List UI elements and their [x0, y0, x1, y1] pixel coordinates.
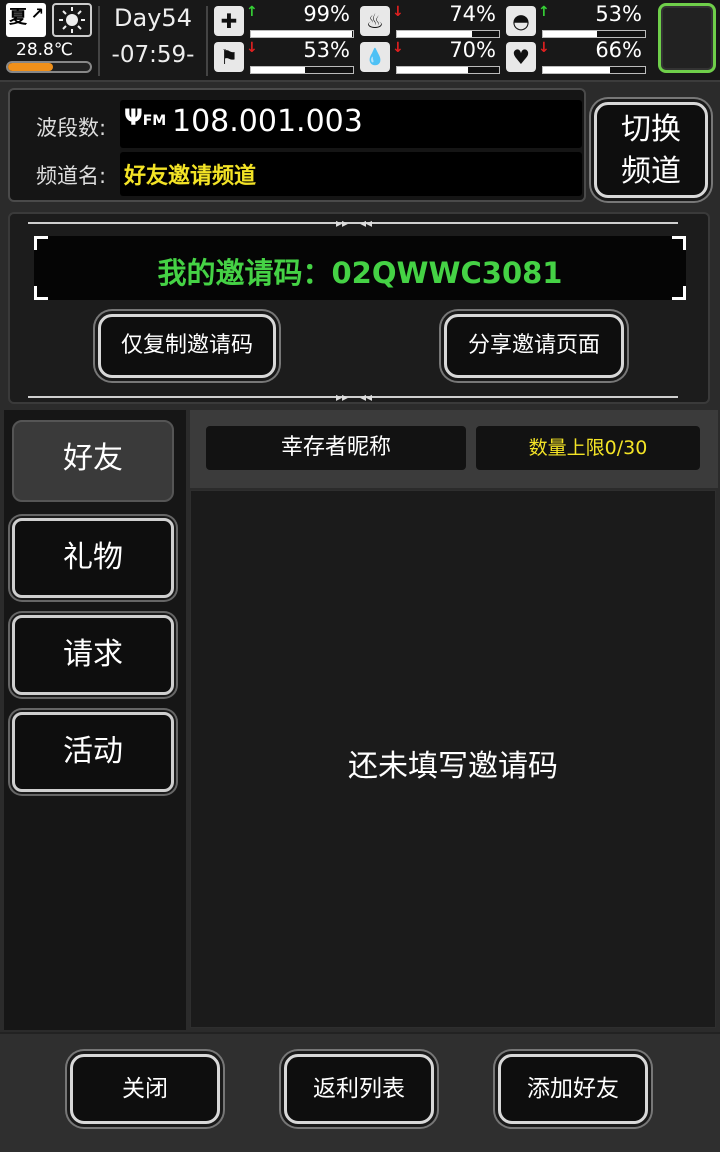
bracket-corner	[34, 236, 48, 250]
channel-name-field: 好友邀请频道	[120, 152, 582, 196]
trend-down-icon: ↓	[392, 40, 404, 56]
stat-value: 53%	[303, 38, 350, 62]
trend-down-icon: ↓	[246, 40, 258, 56]
decor-rail-bottom: ▸▸ ◂◂	[28, 390, 678, 404]
tab-requests[interactable]: 请求	[12, 615, 174, 695]
trend-up-icon: ↑	[246, 4, 258, 20]
water-drop-icon: 💧	[360, 42, 390, 72]
stat-bar-fill	[397, 67, 469, 73]
stat-bar-fill	[543, 31, 598, 37]
stat-bar-fill	[251, 31, 352, 37]
stat-medicine: ◓ ↑ 53%	[506, 2, 646, 40]
trend-down-icon: ↓	[538, 40, 550, 56]
stat-stamina: ⚑ ↓ 53%	[214, 38, 354, 76]
stat-bar	[396, 66, 500, 74]
rebate-list-button[interactable]: 返利列表	[284, 1054, 434, 1124]
friend-list-header: 幸存者昵称 数量上限0/30	[190, 410, 718, 488]
antenna-fm-icon: ΨFM	[124, 106, 167, 131]
season-text: 夏	[9, 7, 27, 28]
tab-events[interactable]: 活动	[12, 712, 174, 792]
season-arrow-icon: ↗	[30, 4, 44, 23]
arrow-right-icon: ▸▸	[336, 216, 349, 230]
stat-water: 💧 ↓ 70%	[360, 38, 500, 76]
divider	[206, 6, 208, 76]
stat-value: 99%	[303, 2, 350, 26]
stat-value: 74%	[449, 2, 496, 26]
arrow-left-icon: ◂◂	[360, 390, 373, 404]
arrow-left-icon: ◂◂	[360, 216, 373, 230]
clock-text: -07:59-	[111, 42, 195, 68]
temperature-text: 28.8℃	[16, 40, 73, 60]
stat-stomach: ♨ ↓ 74%	[360, 2, 500, 40]
trend-down-icon: ↓	[392, 4, 404, 20]
close-button[interactable]: 关闭	[70, 1054, 220, 1124]
temperature-bar	[6, 61, 92, 73]
invite-code-box: 我的邀请码：02QWWC3081	[34, 236, 686, 300]
stat-bar	[396, 30, 500, 38]
stomach-icon: ♨	[360, 6, 390, 36]
stat-bar	[250, 30, 354, 38]
switch-channel-label-1: 切换	[621, 112, 681, 147]
share-invite-page-button[interactable]: 分享邀请页面	[444, 314, 624, 378]
stat-mood: ♥ ↓ 66%	[506, 38, 646, 76]
stat-bar	[542, 66, 646, 74]
season-badge: 夏 ↗	[6, 3, 46, 37]
sun-icon	[52, 3, 92, 37]
stat-bar-fill	[397, 31, 473, 37]
stat-bar	[250, 66, 354, 74]
day-counter: Day54	[114, 4, 192, 32]
channel-panel: 波段数: ΨFM 108.001.003 频道名: 好友邀请频道	[8, 88, 586, 202]
menu-slot-button[interactable]	[658, 3, 716, 73]
tab-friends[interactable]: 好友	[12, 420, 174, 502]
medkit-icon: ✚	[214, 6, 244, 36]
trend-up-icon: ↑	[538, 4, 550, 20]
stat-bar-fill	[543, 67, 611, 73]
empty-state-text: 还未填写邀请码	[348, 749, 558, 784]
band-label: 波段数:	[36, 116, 107, 140]
boot-icon: ⚑	[214, 42, 244, 72]
channel-name-value: 好友邀请频道	[124, 164, 257, 189]
stat-value: 53%	[595, 2, 642, 26]
stat-bar	[542, 30, 646, 38]
heart-icon: ♥	[506, 42, 536, 72]
pill-icon: ◓	[506, 6, 536, 36]
band-value: 108.001.003	[172, 104, 363, 139]
column-survivor-name: 幸存者昵称	[206, 426, 466, 470]
stat-value: 70%	[449, 38, 496, 62]
friend-list[interactable]: 还未填写邀请码	[190, 490, 716, 1028]
band-field: ΨFM 108.001.003	[120, 100, 582, 148]
stat-bar-fill	[251, 67, 306, 73]
add-friend-button[interactable]: 添加好友	[498, 1054, 648, 1124]
tab-gifts[interactable]: 礼物	[12, 518, 174, 598]
switch-channel-button[interactable]: 切换 频道	[594, 102, 708, 198]
stat-value: 66%	[595, 38, 642, 62]
temperature-bar-fill	[8, 63, 54, 71]
status-bar: 夏 ↗ 28.8℃ Day54 -07:59- ✚ ↑ 99% ♨ ↓ 74%	[0, 0, 720, 82]
channel-name-label: 频道名:	[36, 164, 107, 188]
invite-code-text: 我的邀请码：02QWWC3081	[157, 256, 563, 290]
copy-invite-code-button[interactable]: 仅复制邀请码	[98, 314, 276, 378]
arrow-right-icon: ▸▸	[336, 390, 349, 404]
decor-rail-top: ▸▸ ◂◂	[28, 216, 678, 230]
bracket-corner	[672, 236, 686, 250]
switch-channel-label-2: 频道	[621, 154, 681, 189]
stat-health: ✚ ↑ 99%	[214, 2, 354, 40]
column-friend-limit: 数量上限0/30	[476, 426, 700, 470]
